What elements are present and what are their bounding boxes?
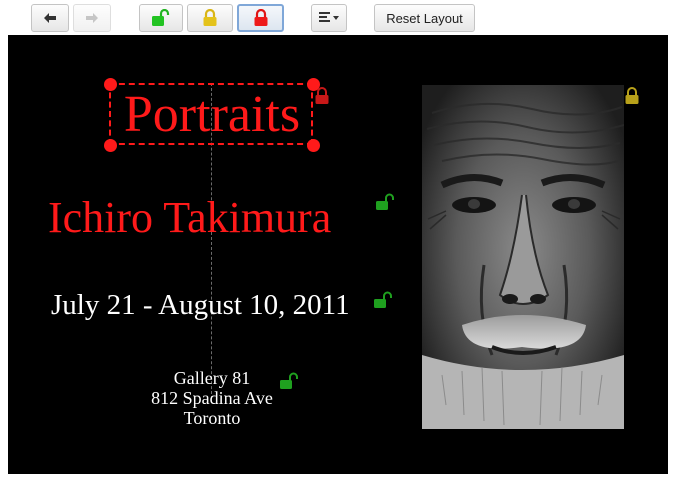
venue-line: Gallery 81 bbox=[173, 368, 251, 388]
venue-line: Toronto bbox=[183, 408, 241, 428]
partial-lock-button[interactable] bbox=[187, 4, 233, 32]
artist-name[interactable]: Ichiro Takimura bbox=[48, 192, 331, 244]
padlock-red-icon bbox=[254, 9, 267, 26]
poster-canvas[interactable]: Portraits Ichiro Takimura July 21 - Augu… bbox=[8, 35, 668, 474]
selection-box bbox=[109, 83, 313, 145]
unlocked-padlock-icon bbox=[152, 9, 170, 26]
chevron-down-icon bbox=[333, 16, 339, 20]
lock-button[interactable] bbox=[237, 4, 284, 32]
unlocked-padlock-icon[interactable] bbox=[375, 193, 397, 211]
arrow-right-icon bbox=[86, 13, 98, 23]
resize-handle-bottom-left[interactable] bbox=[104, 139, 117, 152]
padlock-red-icon[interactable] bbox=[313, 87, 331, 105]
arrow-left-icon bbox=[44, 13, 56, 23]
portrait-photo-image bbox=[422, 85, 624, 429]
forward-button[interactable] bbox=[73, 4, 111, 32]
resize-handle-bottom-right[interactable] bbox=[307, 139, 320, 152]
portrait-photo[interactable] bbox=[422, 85, 624, 429]
align-left-icon bbox=[319, 12, 339, 22]
unlock-button[interactable] bbox=[139, 4, 183, 32]
unlocked-padlock-icon[interactable] bbox=[373, 291, 395, 309]
venue-line: 812 Spadina Ave bbox=[151, 388, 273, 408]
back-button[interactable] bbox=[31, 4, 69, 32]
padlock-yellow-icon bbox=[203, 9, 217, 26]
unlocked-padlock-icon[interactable] bbox=[279, 372, 301, 390]
exhibition-dates[interactable]: July 21 - August 10, 2011 bbox=[51, 287, 350, 323]
venue-address[interactable]: Gallery 81 812 Spadina Ave Toronto bbox=[128, 368, 296, 428]
align-dropdown-button[interactable] bbox=[311, 4, 347, 32]
padlock-yellow-icon[interactable] bbox=[623, 87, 641, 105]
resize-handle-top-left[interactable] bbox=[104, 78, 117, 91]
reset-layout-button[interactable]: Reset Layout bbox=[374, 4, 475, 32]
